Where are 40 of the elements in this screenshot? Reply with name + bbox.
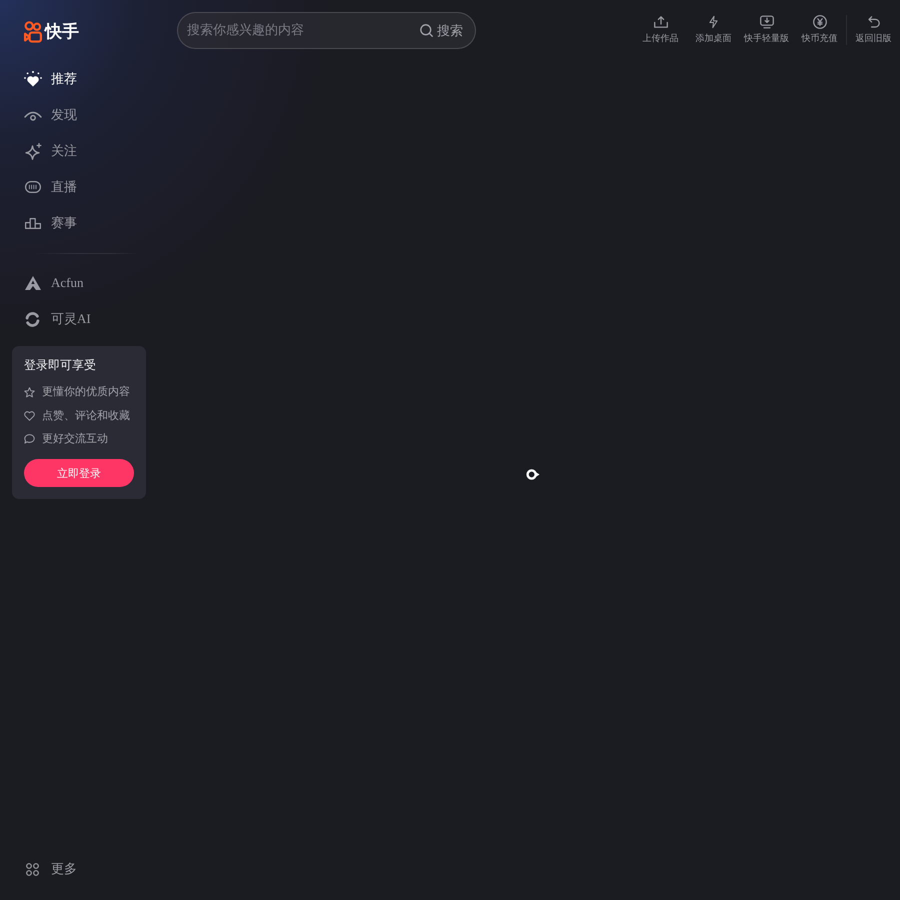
eye-icon <box>24 110 42 120</box>
nav-item[interactable]: 赛事 <box>0 205 83 241</box>
toolbar-button[interactable]: 快币充值 <box>793 15 846 45</box>
perk-text: 更懂你的优质内容 <box>42 385 130 399</box>
star-icon <box>24 386 35 398</box>
logo-link[interactable]: 快手 <box>24 20 79 44</box>
monitor-download-icon <box>760 15 774 29</box>
perk-text: 更好交流互动 <box>42 432 108 446</box>
heart-sparkle-icon <box>24 71 42 87</box>
toolbar-button[interactable]: 快手轻量版 <box>740 15 793 45</box>
search-field[interactable]: 搜索你感兴趣的内容 搜索 <box>177 12 476 49</box>
more-button[interactable]: 更多 <box>0 851 83 887</box>
login-button[interactable]: 立即登录 <box>24 459 134 487</box>
app-link[interactable]: 可灵AI <box>0 301 97 337</box>
card-title: 登录即可享受 <box>24 358 96 372</box>
heart-icon <box>24 410 35 420</box>
upload-icon <box>654 15 668 29</box>
coin-icon <box>812 15 826 29</box>
app-link[interactable]: Acfun <box>0 265 90 301</box>
nav-item[interactable]: 直播 <box>0 169 83 205</box>
loading-ring-icon <box>526 468 540 480</box>
podium-icon <box>25 218 41 228</box>
nav-item[interactable]: 关注 <box>0 133 83 169</box>
toolbar-button[interactable]: 添加桌面 <box>687 15 740 45</box>
nav-item[interactable]: 发现 <box>0 97 83 133</box>
search-button[interactable]: 搜索 <box>420 22 463 40</box>
live-icon <box>25 181 41 193</box>
toolbar-button[interactable]: 上传作品 <box>634 15 687 45</box>
nav-item[interactable]: 推荐 <box>0 61 83 97</box>
sparkle-icon <box>25 142 42 160</box>
undo-arrow-icon <box>868 15 880 29</box>
search-icon <box>420 24 433 37</box>
chat-bubble-icon <box>24 434 35 444</box>
letter-a-icon <box>25 276 41 290</box>
grid-icon <box>26 862 39 876</box>
swirl-icon <box>25 312 40 326</box>
lightning-icon <box>709 15 718 29</box>
back-button[interactable]: 返回旧版 <box>847 15 900 45</box>
logo-icon <box>24 21 42 43</box>
perk-text: 点赞、评论和收藏 <box>42 408 130 422</box>
